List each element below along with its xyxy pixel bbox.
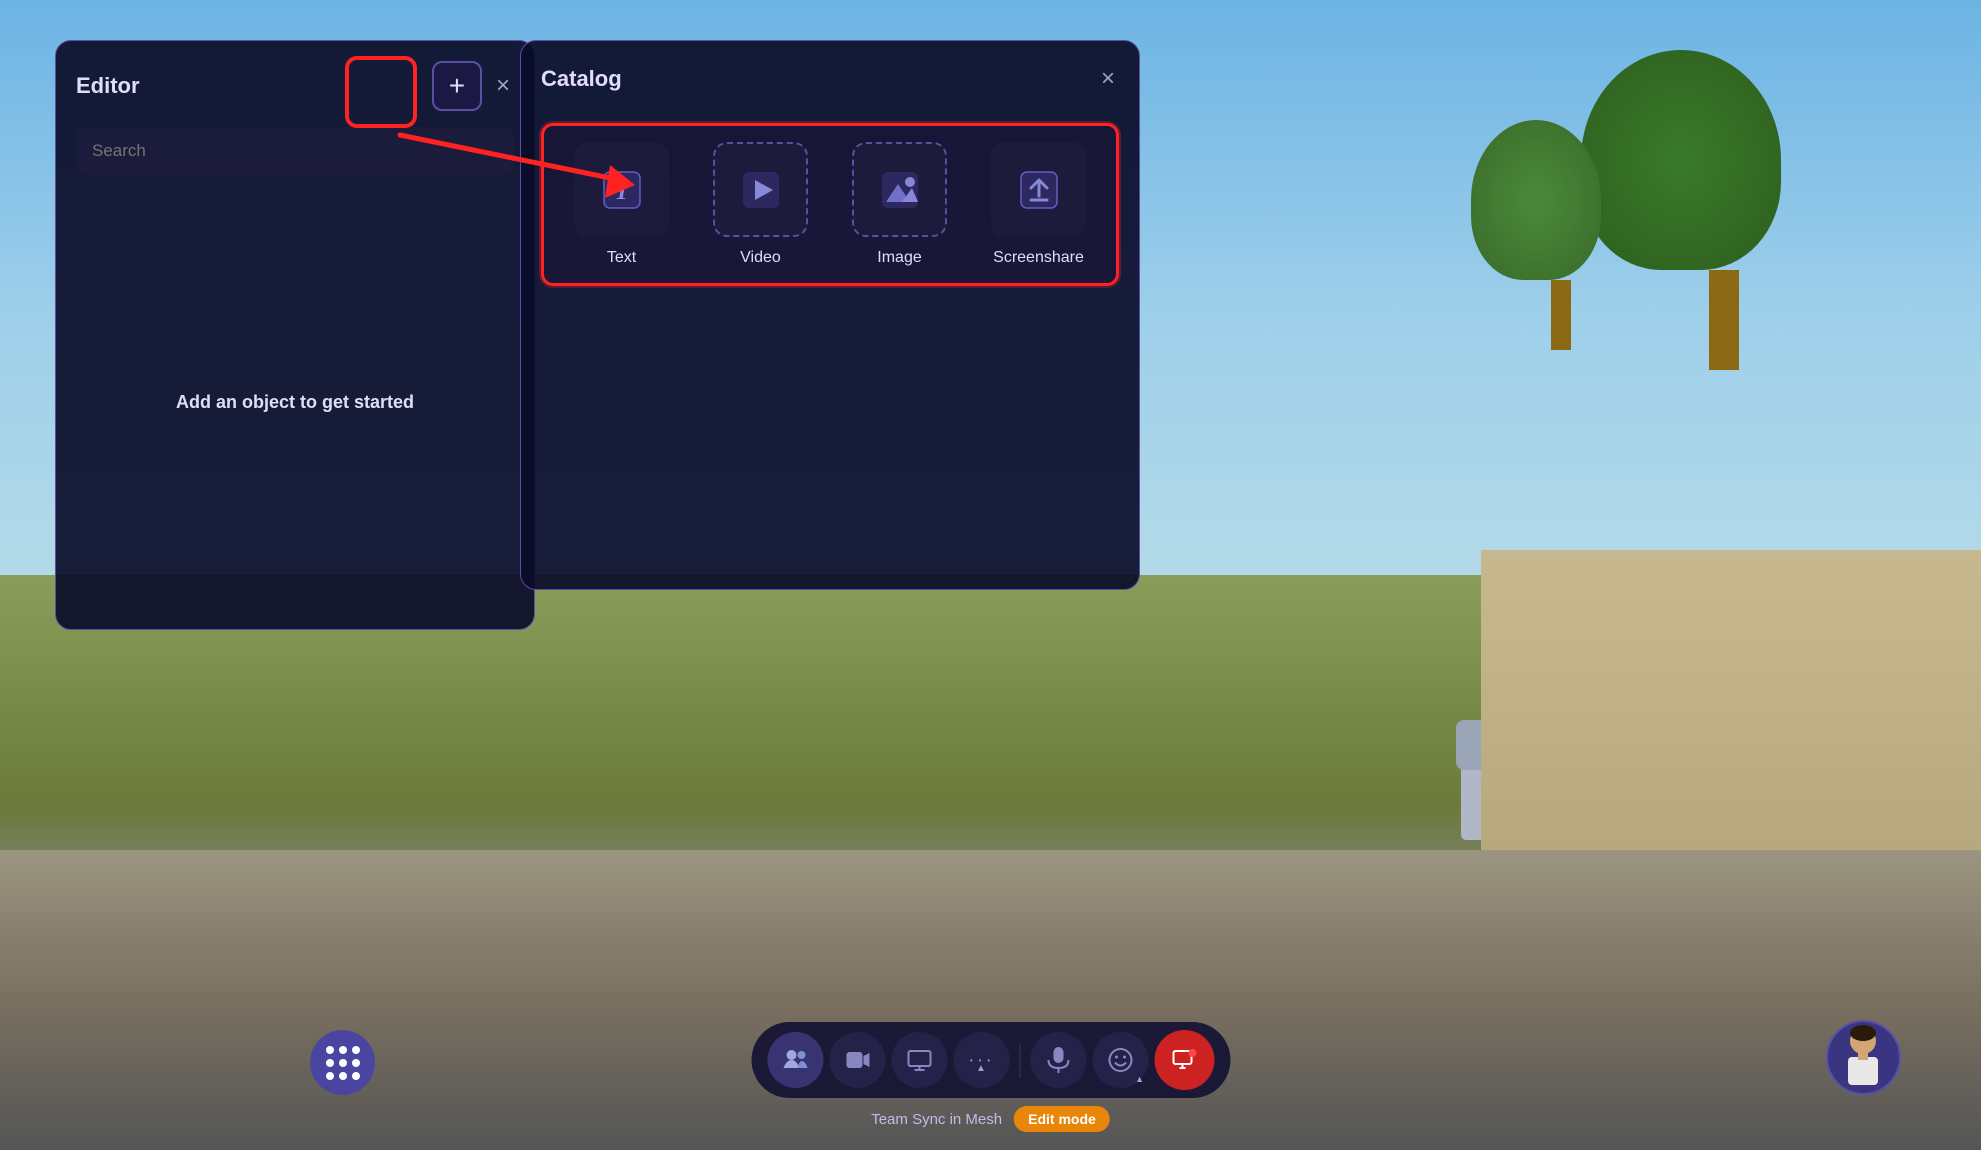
toolbar-emoji-button[interactable]: ▲ bbox=[1092, 1032, 1148, 1088]
catalog-icon-text: T bbox=[574, 142, 669, 237]
toolbar-more-button[interactable]: ··· ▲ bbox=[953, 1032, 1009, 1088]
editor-title: Editor bbox=[76, 73, 140, 99]
screen-icon bbox=[906, 1047, 932, 1073]
catalog-item-video[interactable]: Video bbox=[699, 142, 822, 267]
add-object-button[interactable]: + bbox=[432, 61, 482, 111]
tree-2 bbox=[1521, 120, 1601, 350]
editor-actions: + × bbox=[432, 61, 514, 111]
emoji-chevron-icon: ▲ bbox=[1135, 1074, 1144, 1084]
floor bbox=[0, 850, 1981, 1150]
grid-view-button[interactable] bbox=[310, 1030, 375, 1095]
catalog-icon-screenshare bbox=[991, 142, 1086, 237]
toolbar: ··· ▲ ▲ bbox=[751, 1022, 1230, 1098]
tree bbox=[1666, 80, 1781, 370]
screenshare-icon bbox=[1015, 166, 1063, 214]
catalog-items-row: T Text Video bbox=[541, 123, 1119, 286]
record-icon bbox=[1170, 1046, 1198, 1074]
wall bbox=[1481, 550, 1981, 850]
sync-status-text: Team Sync in Mesh bbox=[871, 1111, 1002, 1128]
editor-search-input[interactable] bbox=[76, 127, 514, 175]
user-avatar[interactable] bbox=[1826, 1020, 1901, 1095]
toolbar-mic-button[interactable] bbox=[1030, 1032, 1086, 1088]
chevron-up-icon: ▲ bbox=[976, 1063, 986, 1074]
catalog-label-video: Video bbox=[740, 249, 781, 267]
editor-close-button[interactable]: × bbox=[492, 68, 514, 104]
catalog-close-button[interactable]: × bbox=[1097, 61, 1119, 97]
toolbar-camera-button[interactable] bbox=[829, 1032, 885, 1088]
image-icon bbox=[876, 166, 924, 214]
catalog-item-text[interactable]: T Text bbox=[560, 142, 683, 267]
svg-text:T: T bbox=[614, 179, 630, 205]
toolbar-record-button[interactable] bbox=[1154, 1030, 1214, 1090]
toolbar-divider bbox=[1019, 1043, 1020, 1078]
camera-icon bbox=[844, 1047, 870, 1073]
grid-dots-icon bbox=[314, 1034, 372, 1092]
edit-mode-badge[interactable]: Edit mode bbox=[1014, 1106, 1110, 1132]
toolbar-screen-button[interactable] bbox=[891, 1032, 947, 1088]
people-icon bbox=[781, 1046, 809, 1074]
toolbar-people-button[interactable] bbox=[767, 1032, 823, 1088]
emoji-icon bbox=[1107, 1047, 1133, 1073]
catalog-header: Catalog × bbox=[541, 61, 1119, 97]
video-icon bbox=[737, 166, 785, 214]
tree-foliage bbox=[1581, 50, 1781, 270]
catalog-icon-image bbox=[852, 142, 947, 237]
catalog-panel: Catalog × T Text Video bbox=[520, 40, 1140, 590]
catalog-item-screenshare[interactable]: Screenshare bbox=[977, 142, 1100, 267]
editor-header: Editor + × bbox=[76, 61, 514, 111]
avatar-figure-icon bbox=[1836, 1023, 1891, 1093]
catalog-icon-video bbox=[713, 142, 808, 237]
catalog-title: Catalog bbox=[541, 66, 622, 92]
catalog-label-text: Text bbox=[607, 249, 636, 267]
editor-empty-state: Add an object to get started bbox=[76, 195, 514, 609]
mic-icon bbox=[1046, 1046, 1070, 1074]
status-bar: Team Sync in Mesh Edit mode bbox=[871, 1106, 1110, 1132]
tree-trunk bbox=[1709, 270, 1739, 370]
text-icon: T bbox=[598, 166, 646, 214]
catalog-label-image: Image bbox=[877, 249, 921, 267]
catalog-item-image[interactable]: Image bbox=[838, 142, 961, 267]
catalog-label-screenshare: Screenshare bbox=[993, 249, 1084, 267]
editor-panel: Editor + × Add an object to get started bbox=[55, 40, 535, 630]
